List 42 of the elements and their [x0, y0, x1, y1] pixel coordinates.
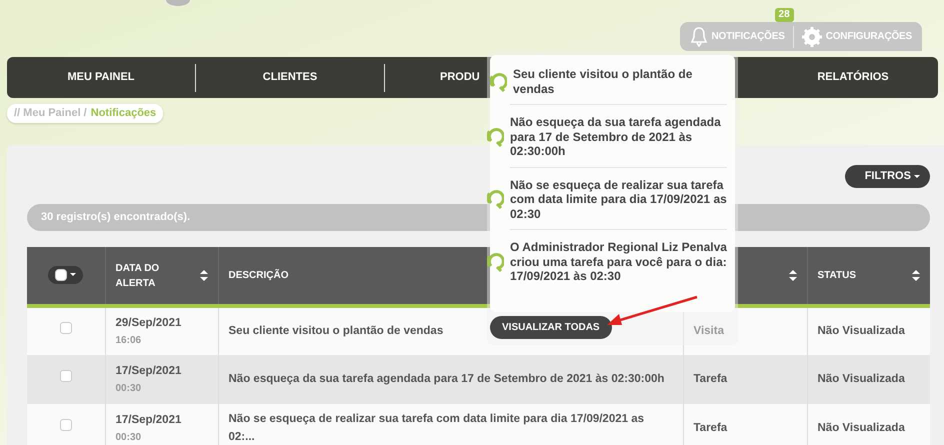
notification-text[interactable]: Não esqueça da sua tarefa agendada para 17 de Setembro de 2021 às 02:30:00h	[510, 115, 727, 158]
row-checkbox[interactable]	[60, 322, 72, 334]
alert-date: 29/Sep/2021	[116, 316, 182, 332]
status-text: Não Visualizada	[818, 422, 905, 434]
view-all-button[interactable]: VISUALIZAR TODAS	[490, 316, 612, 339]
logo-icon	[165, 0, 191, 7]
alert-date: 17/Sep/2021	[116, 364, 182, 380]
alert-time: 16:06	[116, 334, 142, 348]
alert-time: 00:30	[116, 430, 142, 445]
type-text: Visita	[694, 324, 724, 337]
nav-item[interactable]: CLIENTES	[196, 69, 384, 86]
gear-icon	[802, 26, 822, 46]
status-text: Não Visualizada	[818, 324, 905, 337]
nav-item[interactable]: RELATÓRIOS	[768, 69, 938, 86]
row-checkbox[interactable]	[60, 419, 72, 432]
nav-item[interactable]: MEU PAINEL	[7, 69, 195, 86]
notification-count: 28	[774, 8, 794, 22]
description-text: Não se esqueça de realizar sua tarefa com data limite para dia 17/09/2021 as 02:...	[228, 413, 644, 442]
description-text: Seu cliente visitou o plantão de vendas	[228, 324, 444, 337]
notification-icon	[487, 189, 504, 210]
column-header: DESCRIÇÃO	[228, 268, 289, 283]
breadcrumb-item: Notificações	[90, 106, 156, 121]
description-text: Não esqueça da sua tarefa agendada para 17 de Setembro de 2021 às 02:30:00h	[228, 372, 664, 385]
caret-icon	[70, 273, 76, 276]
bell-icon	[690, 26, 708, 47]
type-text: Tarefa	[694, 372, 728, 385]
type-text: Tarefa	[694, 422, 728, 434]
notification-text[interactable]: Não se esqueça de realizar sua tarefa com data limite para dia 17/09/2021 as 02:30	[510, 178, 727, 221]
filters-button[interactable]: FILTROS	[844, 165, 930, 188]
notification-icon	[490, 72, 507, 92]
alert-date: 17/Sep/2021	[116, 413, 182, 428]
notification-text[interactable]: Seu cliente visitou o plantão de vendas	[513, 67, 727, 96]
records-count: 30 registro(s) encontrado(s).	[41, 210, 190, 226]
column-header[interactable]: STATUS	[818, 268, 856, 283]
alert-time: 00:30	[116, 382, 142, 396]
notification-icon	[487, 126, 504, 147]
row-checkbox[interactable]	[60, 370, 72, 382]
notification-text[interactable]: O Administrador Regional Liz Penalva criou uma tarefa para você para o dia: 17/09/2021 às 02:30	[510, 240, 727, 284]
status-text: Não Visualizada	[818, 372, 905, 385]
caret-icon	[914, 174, 920, 178]
select-all-button[interactable]	[48, 266, 84, 284]
notification-icon	[487, 252, 504, 272]
